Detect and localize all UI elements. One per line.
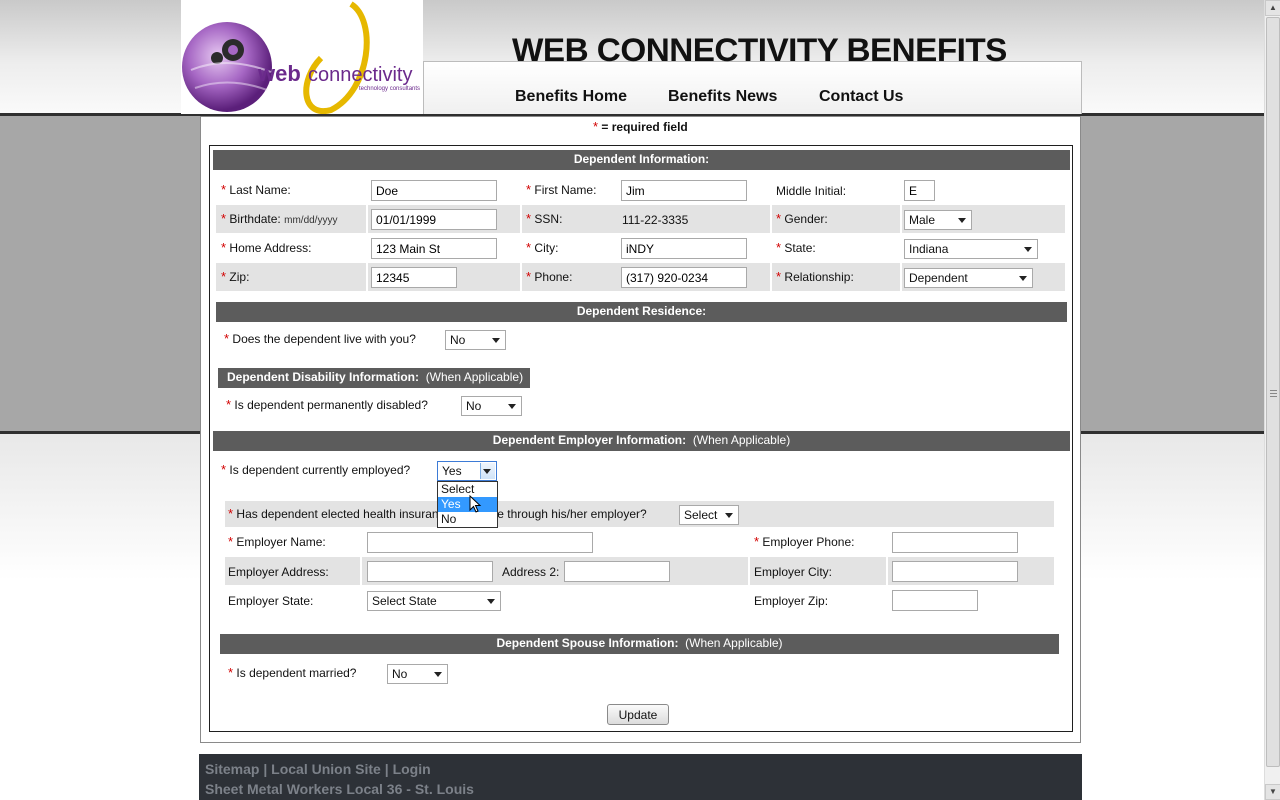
employed-dropdown-list[interactable]: Select Yes No (437, 481, 498, 528)
mouse-pointer-icon (469, 495, 482, 513)
home-address-label: * Home Address: (221, 240, 312, 256)
scroll-up-button[interactable]: ▲ (1265, 0, 1280, 16)
middle-initial-label: Middle Initial: (776, 184, 847, 198)
scroll-down-button[interactable]: ▼ (1265, 784, 1280, 800)
relationship-select[interactable]: Dependent (904, 268, 1033, 288)
required-marker: * (593, 119, 599, 134)
disabled-label: * Is dependent permanently disabled? (226, 397, 428, 413)
required-note-text: = required field (601, 120, 688, 134)
logo-text-web: web (258, 61, 301, 86)
dependent-residence-heading: Dependent Residence: (216, 302, 1067, 322)
chevron-down-icon (725, 513, 733, 518)
last-name-input[interactable] (371, 180, 497, 201)
married-select[interactable]: No (387, 664, 448, 684)
footer-separator: | (384, 761, 389, 777)
employer-zip-input[interactable] (892, 590, 978, 611)
employer-address-label: Employer Address: (228, 565, 329, 579)
employer-state-select[interactable]: Select State (367, 591, 501, 611)
dependent-information-heading: Dependent Information: (213, 150, 1070, 170)
gender-select[interactable]: Male (904, 210, 972, 230)
employed-select[interactable]: Yes (437, 461, 497, 481)
birthdate-label: * Birthdate: mm/dd/yyyy (221, 211, 338, 227)
employer-name-input[interactable] (367, 532, 593, 553)
state-label: * State: (776, 240, 816, 256)
city-label: * City: (526, 240, 559, 256)
employed-option-yes[interactable]: Yes (438, 497, 497, 512)
employed-label: * Is dependent currently employed? (221, 462, 411, 478)
scroll-thumb[interactable] (1266, 17, 1280, 767)
elected-select[interactable]: Select (679, 505, 739, 525)
live-with-select[interactable]: No (445, 330, 506, 350)
employer-address-input[interactable] (367, 561, 493, 582)
birthdate-input[interactable] (371, 209, 497, 230)
footer-link-login[interactable]: Login (393, 761, 431, 777)
dependent-disability-heading: Dependent Disability Information: (When … (218, 368, 530, 388)
first-name-input[interactable] (621, 180, 747, 201)
chevron-down-icon (958, 218, 966, 223)
logo-tagline: technology consultants (359, 86, 421, 92)
employer-city-input[interactable] (892, 561, 1018, 582)
middle-initial-input[interactable] (904, 180, 935, 201)
site-logo[interactable]: web connectivity technology consultants (181, 0, 423, 115)
footer-link-local-union-site[interactable]: Local Union Site (271, 761, 381, 777)
employer-zip-label: Employer Zip: (754, 594, 829, 608)
employer-name-label: * Employer Name: (228, 534, 326, 550)
footer-links: Sitemap | Local Union Site | Login (205, 761, 431, 777)
logo-text-connectivity: connectivity (308, 64, 413, 86)
nav-benefits-news[interactable]: Benefits News (668, 88, 777, 106)
phone-input[interactable] (621, 267, 747, 288)
disabled-select[interactable]: No (461, 396, 522, 416)
address2-input[interactable] (564, 561, 670, 582)
city-input[interactable] (621, 238, 747, 259)
footer-separator: | (263, 761, 268, 777)
gender-label: * Gender: (776, 211, 828, 227)
grip-icon (1270, 390, 1277, 397)
chevron-down-icon (1019, 276, 1027, 281)
ssn-value: 111-22-3335 (622, 213, 689, 227)
nav-benefits-home[interactable]: Benefits Home (515, 88, 627, 106)
update-button[interactable]: Update (607, 704, 669, 725)
chevron-down-icon (434, 672, 442, 677)
vertical-scrollbar[interactable]: ▲ ▼ (1264, 0, 1280, 800)
married-label: * Is dependent married? (228, 665, 357, 681)
home-address-input[interactable] (371, 238, 497, 259)
footer-organization: Sheet Metal Workers Local 36 - St. Louis (205, 781, 474, 797)
chevron-down-icon (487, 599, 495, 604)
chevron-down-icon (1024, 247, 1032, 252)
dependent-spouse-heading: Dependent Spouse Information: (When Appl… (220, 634, 1059, 654)
employed-option-no[interactable]: No (438, 512, 497, 527)
nav-contact-us[interactable]: Contact Us (819, 88, 903, 106)
employed-option-select[interactable]: Select (438, 482, 497, 497)
chevron-down-icon (492, 338, 500, 343)
phone-label: * Phone: (526, 269, 573, 285)
employer-city-label: Employer City: (754, 565, 833, 579)
footer-link-sitemap[interactable]: Sitemap (205, 761, 259, 777)
dependent-employer-heading: Dependent Employer Information: (When Ap… (213, 431, 1070, 451)
logo-globe-icon (181, 0, 423, 115)
ssn-label: * SSN: (526, 211, 563, 227)
required-note: * = required field (593, 119, 688, 134)
employer-phone-label: * Employer Phone: (754, 534, 855, 550)
first-name-label: * First Name: (526, 182, 597, 198)
chevron-down-icon (483, 469, 491, 474)
address2-label: Address 2: (502, 565, 560, 579)
zip-label: * Zip: (221, 269, 250, 285)
employer-state-label: Employer State: (228, 594, 314, 608)
relationship-label: * Relationship: (776, 269, 854, 285)
chevron-down-icon (508, 404, 516, 409)
last-name-label: * Last Name: (221, 182, 291, 198)
site-title: WEB CONNECTIVITY BENEFITS (512, 32, 1007, 68)
employer-phone-input[interactable] (892, 532, 1018, 553)
live-with-label: * Does the dependent live with you? (224, 331, 416, 347)
zip-input[interactable] (371, 267, 457, 288)
state-select[interactable]: Indiana (904, 239, 1038, 259)
